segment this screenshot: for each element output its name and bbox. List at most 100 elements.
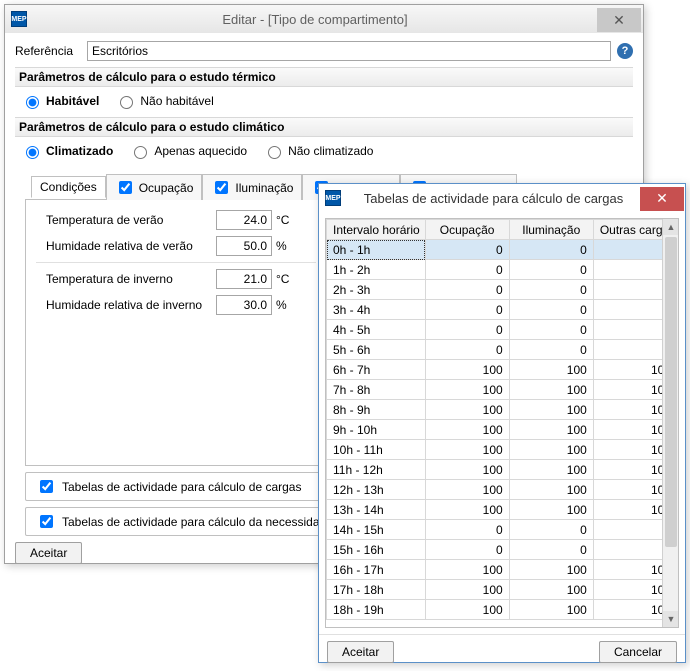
cell-interval[interactable]: 1h - 2h [327, 260, 426, 280]
table-row[interactable]: 0h - 1h000 [327, 240, 678, 260]
cell-interval[interactable]: 15h - 16h [327, 540, 426, 560]
cell-interval[interactable]: 8h - 9h [327, 400, 426, 420]
cell-lighting[interactable]: 100 [509, 440, 593, 460]
cell-lighting[interactable]: 0 [509, 280, 593, 300]
modal-accept-button[interactable]: Aceitar [327, 641, 394, 663]
cell-lighting[interactable]: 0 [509, 300, 593, 320]
cell-lighting[interactable]: 100 [509, 420, 593, 440]
cell-interval[interactable]: 4h - 5h [327, 320, 426, 340]
summer-temp-input[interactable] [216, 210, 272, 230]
close-button[interactable]: ✕ [597, 8, 641, 32]
table-row[interactable]: 4h - 5h000 [327, 320, 678, 340]
cell-lighting[interactable]: 0 [509, 520, 593, 540]
tab-conditions[interactable]: Condições [31, 176, 106, 198]
cell-occupation[interactable]: 100 [425, 440, 509, 460]
cell-occupation[interactable]: 0 [425, 540, 509, 560]
tab-lighting[interactable]: Iluminação [202, 174, 302, 200]
cell-occupation[interactable]: 100 [425, 500, 509, 520]
cell-occupation[interactable]: 100 [425, 400, 509, 420]
cell-lighting[interactable]: 100 [509, 480, 593, 500]
cell-occupation[interactable]: 0 [425, 300, 509, 320]
cell-occupation[interactable]: 0 [425, 320, 509, 340]
table-row[interactable]: 15h - 16h000 [327, 540, 678, 560]
table-row[interactable]: 1h - 2h000 [327, 260, 678, 280]
cell-lighting[interactable]: 100 [509, 360, 593, 380]
cell-lighting[interactable]: 100 [509, 380, 593, 400]
modal-close-button[interactable]: ✕ [640, 187, 684, 211]
table-row[interactable]: 11h - 12h100100100 [327, 460, 678, 480]
table-row[interactable]: 10h - 11h100100100 [327, 440, 678, 460]
scroll-down-icon[interactable]: ▼ [663, 611, 679, 627]
cell-occupation[interactable]: 0 [425, 260, 509, 280]
cell-lighting[interactable]: 0 [509, 260, 593, 280]
cell-interval[interactable]: 2h - 3h [327, 280, 426, 300]
cell-interval[interactable]: 12h - 13h [327, 480, 426, 500]
cell-interval[interactable]: 0h - 1h [327, 240, 426, 260]
winter-hum-input[interactable] [216, 295, 272, 315]
cell-lighting[interactable]: 0 [509, 340, 593, 360]
cell-lighting[interactable]: 100 [509, 460, 593, 480]
cell-lighting[interactable]: 0 [509, 320, 593, 340]
table-row[interactable]: 2h - 3h000 [327, 280, 678, 300]
col-interval[interactable]: Intervalo horário [327, 220, 426, 240]
tab-occupation[interactable]: Ocupação [106, 174, 203, 200]
col-occupation[interactable]: Ocupação [425, 220, 509, 240]
cell-interval[interactable]: 3h - 4h [327, 300, 426, 320]
table-row[interactable]: 17h - 18h100100100 [327, 580, 678, 600]
cell-lighting[interactable]: 0 [509, 240, 593, 260]
cell-occupation[interactable]: 100 [425, 560, 509, 580]
cell-occupation[interactable]: 100 [425, 480, 509, 500]
cell-interval[interactable]: 14h - 15h [327, 520, 426, 540]
scroll-thumb[interactable] [665, 237, 677, 547]
reference-input[interactable] [87, 41, 611, 61]
winter-temp-input[interactable] [216, 269, 272, 289]
cell-interval[interactable]: 10h - 11h [327, 440, 426, 460]
cell-lighting[interactable]: 100 [509, 500, 593, 520]
cell-interval[interactable]: 16h - 17h [327, 560, 426, 580]
radio-nonclimatized[interactable]: Não climatizado [263, 143, 373, 159]
radio-habitable[interactable]: Habitável [21, 93, 99, 109]
table-row[interactable]: 3h - 4h000 [327, 300, 678, 320]
cell-occupation[interactable]: 0 [425, 520, 509, 540]
cell-interval[interactable]: 6h - 7h [327, 360, 426, 380]
table-row[interactable]: 7h - 8h100100100 [327, 380, 678, 400]
cell-lighting[interactable]: 0 [509, 540, 593, 560]
summer-hum-input[interactable] [216, 236, 272, 256]
accept-button[interactable]: Aceitar [15, 542, 82, 564]
radio-nonhabitable[interactable]: Não habitável [115, 93, 213, 109]
modal-cancel-button[interactable]: Cancelar [599, 641, 677, 663]
col-lighting[interactable]: Iluminação [509, 220, 593, 240]
table-row[interactable]: 18h - 19h100100100 [327, 600, 678, 620]
cell-lighting[interactable]: 100 [509, 400, 593, 420]
radio-heated[interactable]: Apenas aquecido [129, 143, 247, 159]
cell-interval[interactable]: 5h - 6h [327, 340, 426, 360]
table-row[interactable]: 6h - 7h100100100 [327, 360, 678, 380]
cell-interval[interactable]: 7h - 8h [327, 380, 426, 400]
table-row[interactable]: 14h - 15h000 [327, 520, 678, 540]
cell-occupation[interactable]: 0 [425, 240, 509, 260]
cell-lighting[interactable]: 100 [509, 600, 593, 620]
cell-occupation[interactable]: 0 [425, 280, 509, 300]
cell-occupation[interactable]: 100 [425, 380, 509, 400]
cell-lighting[interactable]: 100 [509, 580, 593, 600]
cell-interval[interactable]: 17h - 18h [327, 580, 426, 600]
table-row[interactable]: 5h - 6h000 [327, 340, 678, 360]
cell-occupation[interactable]: 100 [425, 420, 509, 440]
cell-occupation[interactable]: 100 [425, 580, 509, 600]
cell-occupation[interactable]: 100 [425, 600, 509, 620]
help-icon[interactable]: ? [617, 43, 633, 59]
scroll-up-icon[interactable]: ▲ [663, 219, 679, 235]
vertical-scrollbar[interactable]: ▲ ▼ [662, 219, 678, 627]
table-row[interactable]: 13h - 14h100100100 [327, 500, 678, 520]
radio-climatized[interactable]: Climatizado [21, 143, 113, 159]
cell-occupation[interactable]: 0 [425, 340, 509, 360]
cell-occupation[interactable]: 100 [425, 360, 509, 380]
table-row[interactable]: 16h - 17h100100100 [327, 560, 678, 580]
table-row[interactable]: 12h - 13h100100100 [327, 480, 678, 500]
cell-interval[interactable]: 13h - 14h [327, 500, 426, 520]
table-row[interactable]: 8h - 9h100100100 [327, 400, 678, 420]
table-row[interactable]: 9h - 10h100100100 [327, 420, 678, 440]
cell-interval[interactable]: 9h - 10h [327, 420, 426, 440]
cell-interval[interactable]: 18h - 19h [327, 600, 426, 620]
cell-lighting[interactable]: 100 [509, 560, 593, 580]
